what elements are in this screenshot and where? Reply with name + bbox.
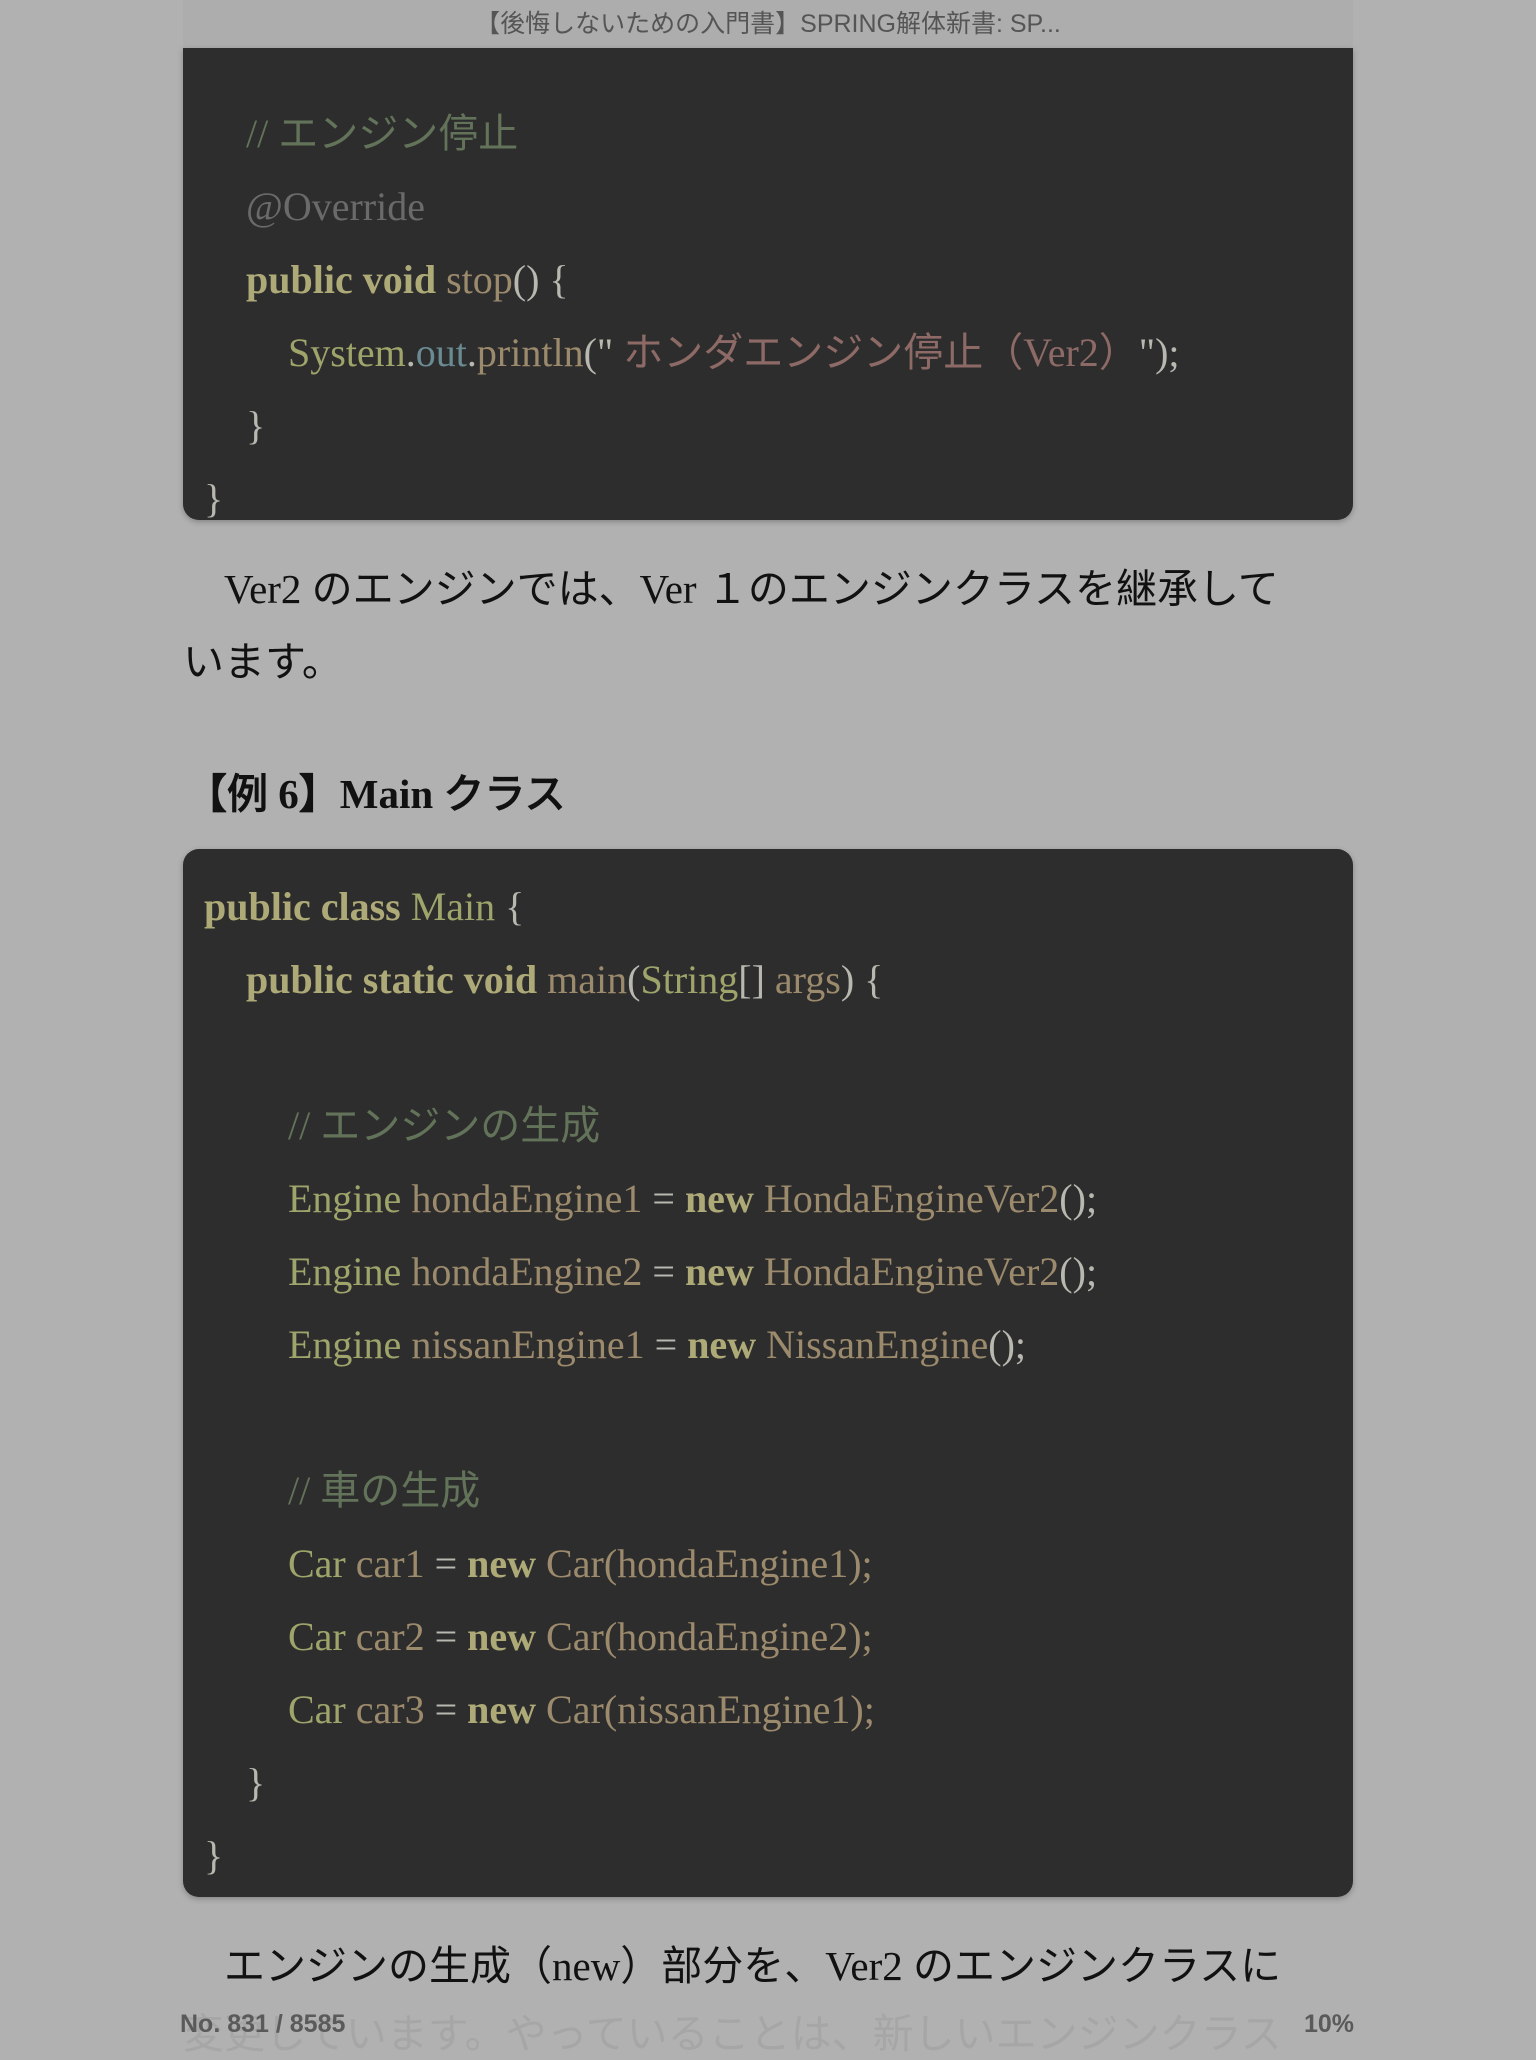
code-token-field: out xyxy=(415,330,467,375)
code-line: Car car1 = new Car(hondaEngine1); xyxy=(288,1527,873,1600)
code-block-main-class: public class Main {public static void ma… xyxy=(183,849,1353,1897)
code-line: } xyxy=(204,462,223,535)
code-line: Engine hondaEngine2 = new HondaEngineVer… xyxy=(288,1235,1097,1308)
code-line: } xyxy=(204,1819,223,1892)
code-token-plain: = xyxy=(642,1249,685,1294)
code-token-type: Car xyxy=(288,1541,356,1586)
code-line: System.out.println(" ホンダエンジン停止（Ver2）"); xyxy=(288,316,1180,389)
code-token-plain: = xyxy=(424,1687,468,1732)
code-token-method: Car xyxy=(546,1541,604,1586)
code-token-keyword: public class xyxy=(204,884,411,929)
code-token-keyword: new xyxy=(684,1176,764,1221)
code-token-type: Engine xyxy=(288,1322,412,1367)
code-token-method: Car xyxy=(546,1614,604,1659)
code-token-method: (nissanEngine1); xyxy=(603,1687,875,1732)
code-token-keyword: new xyxy=(467,1614,547,1659)
code-token-plain: = xyxy=(424,1614,468,1659)
code-block-engine-ver2: // エンジン停止 @Override public void stop() {Sy… xyxy=(183,48,1353,521)
paragraph-line-faded: 変更しています。やっていることは、新しいエンジンクラス xyxy=(183,2011,1282,2057)
code-token-method: car1 xyxy=(355,1541,425,1586)
code-line: // エンジン停止 xyxy=(246,97,518,170)
code-token-plain: [] xyxy=(738,957,775,1002)
code-line: Engine nissanEngine1 = new NissanEngine(… xyxy=(288,1308,1026,1381)
reading-progress[interactable]: 10% xyxy=(1304,2010,1354,2039)
code-token-plain: } xyxy=(246,403,266,448)
code-token-keyword: public void xyxy=(246,257,447,302)
code-token-method: car3 xyxy=(355,1687,425,1732)
code-token-method: HondaEngineVer2 xyxy=(763,1249,1060,1294)
example-heading: 【例 6】Main クラス xyxy=(186,771,566,817)
paragraph-line: Ver2 のエンジンでは、Ver １のエンジンクラスを継承して xyxy=(183,566,1279,612)
code-token-plain: } xyxy=(246,1760,266,1805)
code-token-comment: // エンジンの生成 xyxy=(288,1103,601,1148)
code-token-plain: (); xyxy=(1059,1249,1098,1294)
code-line: } xyxy=(246,1746,265,1819)
code-token-method: main xyxy=(547,957,628,1002)
code-line: public static void main(String[] args) { xyxy=(246,943,883,1016)
code-token-plain: (); xyxy=(1059,1176,1098,1221)
code-token-keyword: public static void xyxy=(246,957,548,1002)
code-token-plain: "); xyxy=(1138,330,1180,375)
code-token-plain: = xyxy=(424,1541,468,1586)
book-title-bar[interactable]: 【後悔しないための入門書】SPRING解体新書: SP... xyxy=(183,0,1353,48)
code-token-method: hondaEngine1 xyxy=(411,1176,643,1221)
code-token-type: System xyxy=(288,330,406,375)
location-indicator[interactable]: No. 831 / 8585 xyxy=(180,2010,345,2039)
code-token-plain: { xyxy=(495,884,525,929)
code-line: Car car2 = new Car(hondaEngine2); xyxy=(288,1600,873,1673)
code-line: // 車の生成 xyxy=(288,1454,480,1527)
code-token-method: car2 xyxy=(355,1614,425,1659)
code-token-keyword: new xyxy=(684,1249,764,1294)
code-line: public void stop() { xyxy=(246,243,569,316)
code-line: @Override xyxy=(246,170,425,243)
code-token-type: String xyxy=(640,957,739,1002)
code-line: // エンジンの生成 xyxy=(288,1089,600,1162)
code-token-type: Main xyxy=(410,884,496,929)
code-token-method: (hondaEngine1); xyxy=(603,1541,873,1586)
code-token-plain: (); xyxy=(988,1322,1027,1367)
code-token-type: Engine xyxy=(288,1249,412,1294)
code-token-string: ホンダエンジン停止（Ver2） xyxy=(613,330,1139,375)
code-token-plain: ( xyxy=(627,957,641,1002)
code-token-plain: = xyxy=(644,1322,688,1367)
code-token-keyword: new xyxy=(687,1322,767,1367)
code-token-plain: = xyxy=(642,1176,685,1221)
paragraph-line: います。 xyxy=(183,639,343,685)
code-line: } xyxy=(246,389,265,462)
code-token-plain: } xyxy=(204,476,224,521)
code-token-type: Car xyxy=(288,1614,356,1659)
code-token-method: NissanEngine xyxy=(766,1322,989,1367)
code-token-comment: // 車の生成 xyxy=(288,1468,481,1513)
code-token-method: println xyxy=(476,330,584,375)
code-token-method: nissanEngine1 xyxy=(411,1322,645,1367)
code-token-plain: ) { xyxy=(840,957,884,1002)
code-token-method: Car xyxy=(546,1687,604,1732)
code-token-method: HondaEngineVer2 xyxy=(763,1176,1060,1221)
code-token-type: Engine xyxy=(288,1176,412,1221)
code-line: Car car3 = new Car(nissanEngine1); xyxy=(288,1673,875,1746)
paragraph-line: エンジンの生成（new）部分を、Ver2 のエンジンクラスに xyxy=(183,1943,1282,1989)
code-token-plain: . xyxy=(405,330,416,375)
code-token-keyword: new xyxy=(467,1687,547,1732)
code-token-comment: // エンジン停止 xyxy=(246,111,519,156)
code-token-type: Car xyxy=(288,1687,356,1732)
code-token-plain: . xyxy=(466,330,477,375)
code-token-plain: () { xyxy=(512,257,569,302)
code-line: Engine hondaEngine1 = new HondaEngineVer… xyxy=(288,1162,1097,1235)
code-token-method: (hondaEngine2); xyxy=(603,1614,873,1659)
code-token-method: args xyxy=(774,957,841,1002)
code-token-plain: (" xyxy=(583,330,614,375)
code-token-method: hondaEngine2 xyxy=(411,1249,643,1294)
code-token-annotation: @Override xyxy=(246,184,425,229)
book-title: 【後悔しないための入門書】SPRING解体新書: SP... xyxy=(475,10,1061,38)
code-token-keyword: new xyxy=(467,1541,547,1586)
code-line: public class Main { xyxy=(204,870,524,943)
code-token-method: stop xyxy=(446,257,513,302)
code-token-plain: } xyxy=(204,1833,224,1878)
